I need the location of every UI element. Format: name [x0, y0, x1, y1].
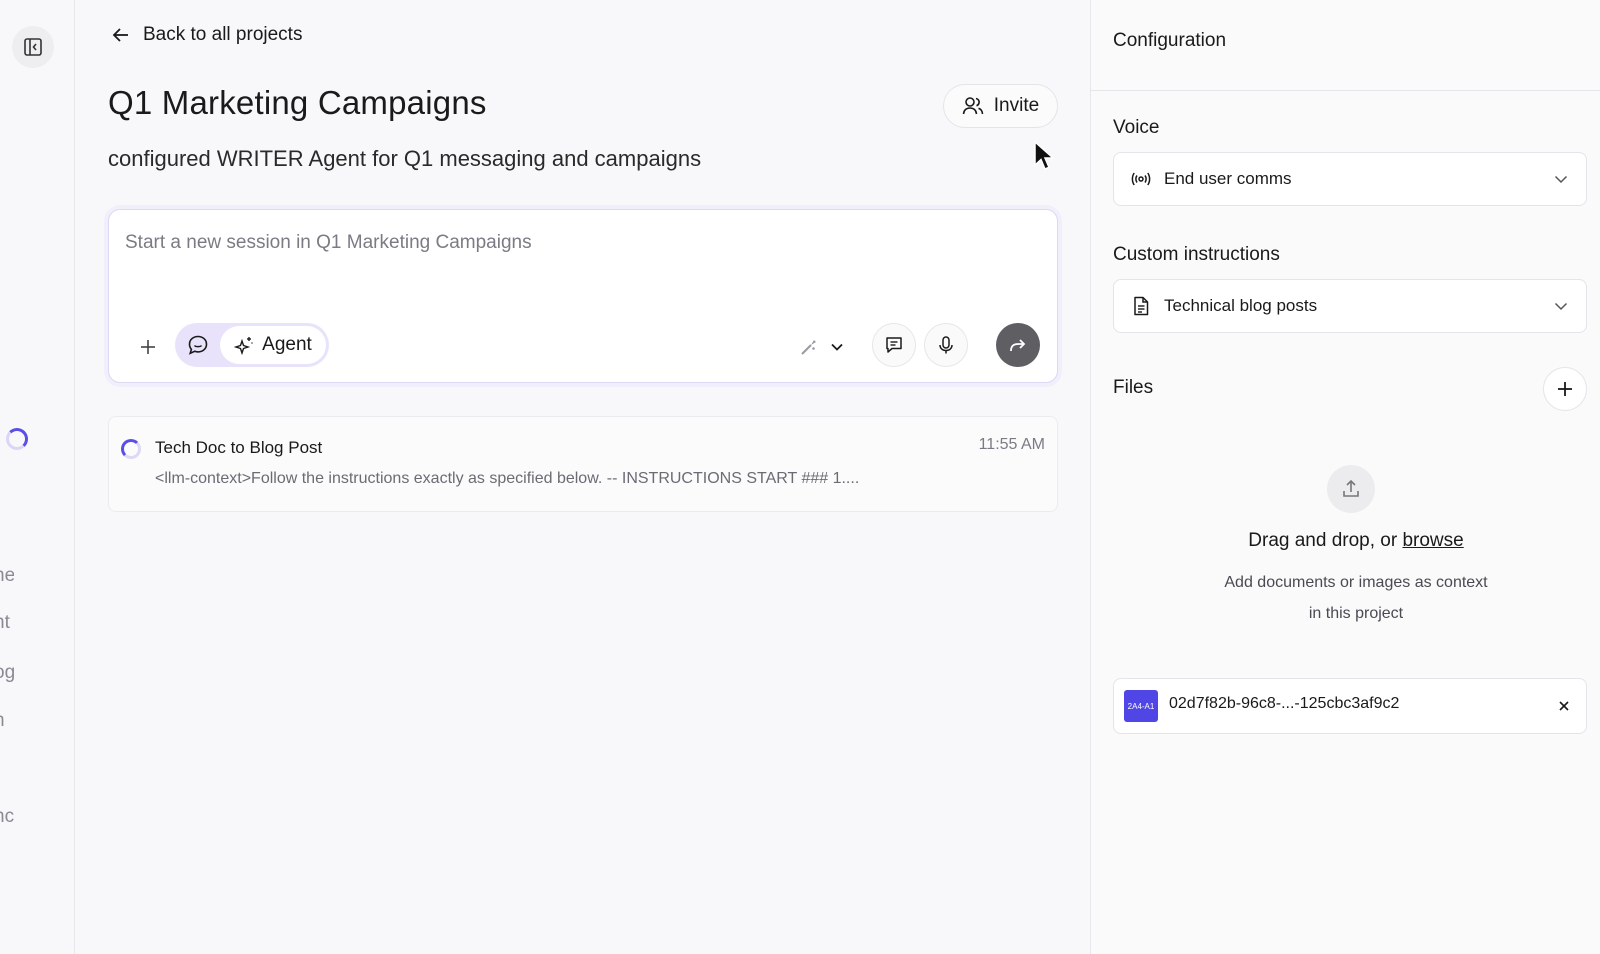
custom-instructions-select[interactable]: Technical blog posts	[1113, 279, 1587, 333]
custom-instructions-value: Technical blog posts	[1164, 296, 1318, 315]
send-icon	[1010, 339, 1026, 352]
rail-item-fragment[interactable]: nc	[0, 806, 14, 828]
invite-label: Invite	[993, 95, 1040, 116]
dropzone-description: Add documents or images as context in th…	[1091, 567, 1600, 629]
document-icon	[1130, 295, 1152, 317]
mouse-cursor-icon	[1034, 140, 1055, 170]
voice-input-button[interactable]	[924, 323, 968, 367]
session-title: Tech Doc to Blog Post	[155, 438, 323, 457]
file-name: 02d7f82b-96c8-...-125cbc3af9c2	[1169, 695, 1400, 712]
back-link-label: Back to all projects	[143, 24, 303, 45]
upload-dropzone-icon[interactable]	[1327, 465, 1375, 513]
chevron-down-icon	[831, 343, 843, 351]
agent-mode-button[interactable]: Agent	[220, 326, 326, 364]
page-title: Q1 Marketing Campaigns	[108, 84, 487, 121]
plus-icon	[1558, 382, 1572, 396]
rail-item-fragment[interactable]: og	[0, 662, 14, 684]
arrow-left-icon	[112, 28, 128, 42]
voice-select[interactable]: End user comms	[1113, 152, 1587, 206]
file-thumbnail: 2A4-A1	[1124, 690, 1158, 722]
close-icon	[1559, 701, 1569, 711]
session-composer: Start a new session in Q1 Marketing Camp…	[108, 209, 1058, 383]
session-list-item[interactable]: Tech Doc to Blog Post 11:55 AM <llm-cont…	[108, 416, 1058, 512]
rail-item-fragment[interactable]: ne	[0, 565, 14, 587]
rail-item-fragment[interactable]: nt	[0, 612, 14, 634]
voice-label: Voice	[1113, 117, 1160, 138]
remove-file-button[interactable]	[1554, 696, 1574, 716]
sparkle-icon	[234, 337, 253, 355]
voice-value: End user comms	[1164, 169, 1292, 188]
broadcast-icon	[1130, 168, 1152, 190]
file-list-item[interactable]: 2A4-A1 02d7f82b-96c8-...-125cbc3af9c2	[1113, 678, 1587, 734]
plus-icon	[141, 340, 155, 354]
microphone-icon	[939, 336, 953, 354]
agent-mode-label: Agent	[262, 334, 312, 355]
files-label: Files	[1113, 377, 1154, 398]
invite-button[interactable]: Invite	[943, 84, 1058, 128]
dropzone-desc-line: Add documents or images as context	[1224, 574, 1488, 591]
panel-title: Configuration	[1113, 30, 1227, 51]
back-to-projects-link[interactable]: Back to all projects	[111, 24, 302, 46]
add-file-button[interactable]	[1543, 367, 1587, 411]
attach-button[interactable]	[131, 330, 165, 364]
left-rail: ne nt og n nc	[0, 0, 75, 954]
session-loading-icon	[121, 439, 141, 459]
page-subtitle: configured WRITER Agent for Q1 messaging…	[108, 146, 702, 171]
upload-icon	[1343, 479, 1359, 497]
dropzone-desc-line: in this project	[1308, 605, 1404, 622]
custom-instructions-label: Custom instructions	[1113, 244, 1280, 265]
chat-bubble-icon	[188, 335, 208, 355]
browse-link[interactable]: browse	[1402, 530, 1463, 551]
tools-icon	[801, 340, 816, 355]
composer-input[interactable]: Start a new session in Q1 Marketing Camp…	[125, 232, 532, 254]
main-content: Back to all projects Q1 Marketing Campai…	[75, 0, 1090, 954]
message-icon	[886, 337, 902, 353]
tools-dropdown[interactable]	[799, 332, 859, 362]
send-button[interactable]	[996, 323, 1040, 367]
users-icon	[962, 97, 984, 115]
sidebar-toggle-button[interactable]	[12, 26, 54, 68]
chevron-down-icon	[1554, 175, 1568, 184]
configuration-panel: Configuration Voice End user comms Custo…	[1090, 0, 1600, 954]
chat-mode-button[interactable]	[185, 332, 211, 358]
feedback-button[interactable]	[872, 323, 916, 367]
mode-switcher: Agent	[175, 323, 329, 367]
loading-spinner-icon	[6, 428, 28, 450]
session-timestamp: 11:55 AM	[978, 436, 1045, 453]
dropzone-prefix: Drag and drop, or	[1248, 530, 1403, 551]
sidebar-collapse-icon	[24, 38, 42, 56]
chevron-down-icon	[1554, 302, 1568, 311]
rail-item-fragment[interactable]: n	[0, 710, 14, 732]
dropzone-title: Drag and drop, or browse	[1091, 530, 1600, 552]
session-preview: <llm-context>Follow the instructions exa…	[155, 470, 860, 487]
panel-header: Configuration	[1091, 0, 1600, 91]
